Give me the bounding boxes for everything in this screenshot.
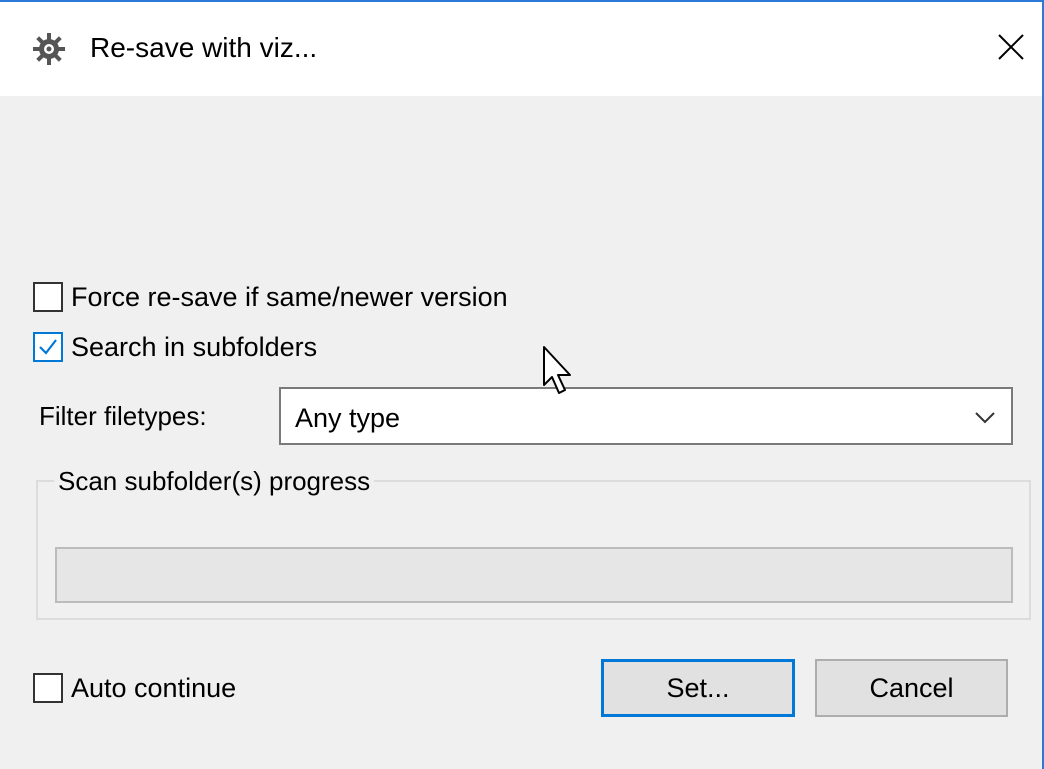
window-title: Re-save with viz...	[90, 32, 318, 63]
force-resave-label: Force re-save if same/newer version	[71, 281, 508, 312]
close-button[interactable]	[980, 18, 1042, 80]
cancel-button[interactable]: Cancel	[815, 659, 1008, 717]
auto-continue-checkbox[interactable]	[33, 673, 63, 703]
force-resave-checkbox[interactable]	[33, 282, 63, 312]
scan-progress-bar	[55, 547, 1013, 603]
auto-continue-option[interactable]: Auto continue	[33, 668, 236, 708]
search-subfolders-option[interactable]: Search in subfolders	[33, 327, 317, 367]
filter-filetypes-label: Filter filetypes:	[39, 401, 207, 431]
title-bar[interactable]: Re-save with viz...	[0, 2, 1042, 96]
gear-icon	[32, 32, 66, 66]
chevron-down-icon[interactable]	[973, 407, 997, 427]
filter-filetypes-select[interactable]: Any type	[279, 387, 1013, 445]
resave-dialog: Re-save with viz... Force re-save if sam…	[0, 0, 1044, 769]
scan-progress-group-title: Scan subfolder(s) progress	[54, 462, 375, 500]
checkmark-icon	[39, 339, 57, 355]
search-subfolders-checkbox[interactable]	[33, 332, 63, 362]
close-icon	[997, 33, 1025, 66]
search-subfolders-label: Search in subfolders	[71, 331, 318, 362]
filter-filetypes-value: Any type	[295, 403, 401, 433]
auto-continue-label: Auto continue	[71, 672, 237, 703]
force-resave-option[interactable]: Force re-save if same/newer version	[33, 277, 508, 317]
set-button[interactable]: Set...	[601, 659, 795, 717]
